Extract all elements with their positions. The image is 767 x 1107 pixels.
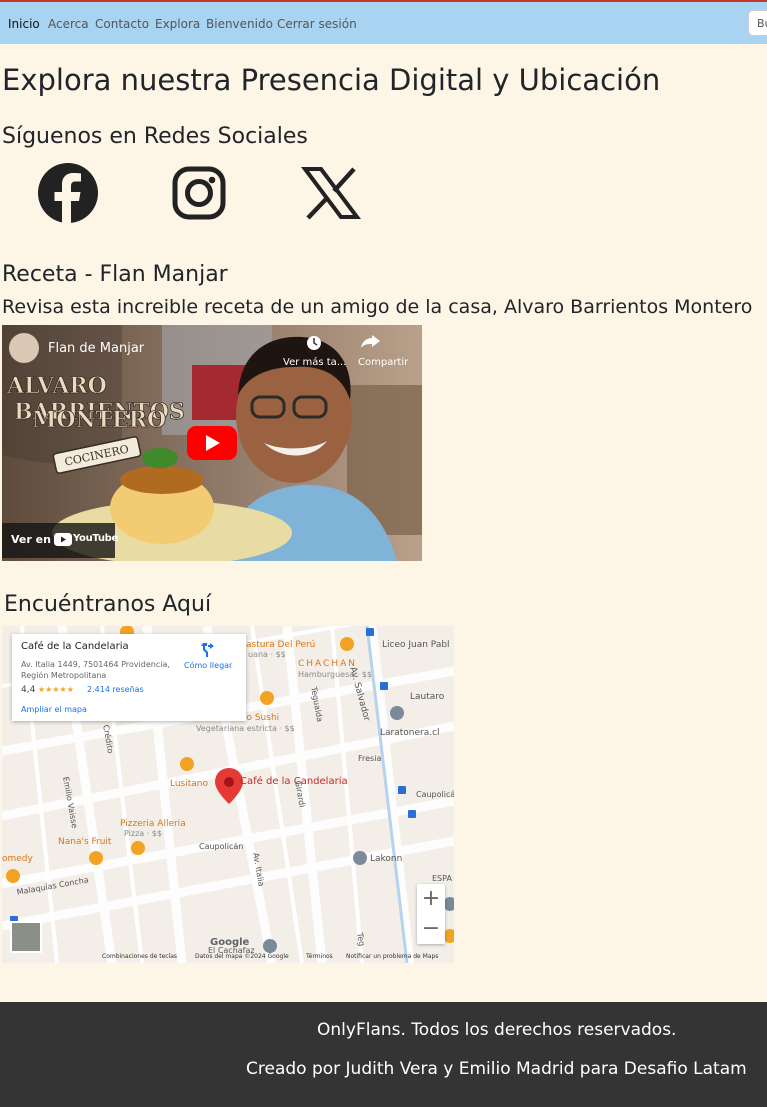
video-title[interactable]: Flan de Manjar [48, 341, 144, 356]
navbar: Inicio Acerca Contacto Explora Bienvenid… [0, 2, 767, 44]
nav-link-explora[interactable]: Explora [155, 17, 200, 31]
map-label: omedy [2, 854, 33, 864]
nav-link-inicio[interactable]: Inicio [8, 17, 40, 31]
youtube-label: YouTube [73, 533, 118, 544]
footer-credits: Creado por Judith Vera y Emilio Madrid p… [246, 1059, 747, 1079]
nav-link-cerrar-sesion[interactable]: Cerrar sesión [277, 17, 357, 31]
recipe-subtitle: Revisa esta increible receta de un amigo… [2, 296, 753, 318]
footer-rights: OnlyFlans. Todos los derechos reservados… [317, 1020, 677, 1040]
place-name: Café de la Candelaria [21, 641, 129, 652]
map-label: Liceo Juan Pabl [382, 640, 450, 650]
map-label: uana · $$ [248, 650, 286, 659]
recipe-heading: Receta - Flan Manjar [2, 262, 228, 287]
place-info-card: Café de la Candelaria Av. Italia 1449, 7… [12, 634, 246, 721]
directions-link[interactable]: Cómo llegar [184, 661, 232, 670]
facebook-icon[interactable] [37, 162, 99, 224]
map-label: Lautaro [410, 692, 445, 702]
map-label: Caupolicán [416, 790, 454, 799]
watch-on-label: Ver en [11, 533, 51, 546]
map-label: Vegetariana estricta · $$ [196, 724, 295, 733]
zoom-control: + − [417, 884, 445, 944]
reviews-link[interactable]: 2.414 reseñas [87, 685, 144, 694]
instagram-icon[interactable] [168, 162, 230, 224]
map-label: ESPA [432, 874, 452, 883]
watch-later-button[interactable]: Ver más ta... [283, 357, 346, 368]
overlay-line-3: MONTERO [32, 407, 166, 433]
map-satellite-toggle[interactable] [10, 921, 42, 953]
video-embed[interactable]: ALVARO BARRIENTOS MONTERO COCINERO Flan … [2, 325, 422, 561]
map-label: Nana's Fruit [58, 837, 112, 847]
map-embed[interactable]: astura Del Perú uana · $$ CHACHAN Hambur… [2, 626, 454, 963]
overlay-line-1: ALVARO [6, 373, 107, 399]
attribution-report[interactable]: Notificar un problema de Maps [346, 953, 438, 960]
zoom-out-button[interactable]: − [417, 914, 445, 944]
map-label: Caupolicán [199, 842, 244, 851]
social-heading: Síguenos en Redes Sociales [2, 124, 308, 149]
place-rating: 4,4 [21, 685, 36, 695]
map-label: Pizzeria Alleria [120, 819, 186, 829]
map-label: Laratonera.cl [380, 728, 440, 738]
nav-link-contacto[interactable]: Contacto [95, 17, 149, 31]
attribution-keyboard[interactable]: Combinaciones de teclas [102, 953, 177, 960]
share-button[interactable]: Compartir [358, 357, 408, 368]
rating-stars: ★★★★★ [38, 685, 74, 694]
map-label: Pizza · $$ [124, 829, 162, 838]
map-label: Lusitano [170, 779, 209, 789]
youtube-logo-icon [54, 533, 72, 546]
directions-icon[interactable] [200, 642, 216, 658]
google-logo: Google [210, 937, 250, 948]
map-label: Lakonn [370, 854, 403, 864]
attribution-terms[interactable]: Términos [306, 953, 333, 960]
search-input[interactable] [748, 10, 767, 36]
nav-link-bienvenido[interactable]: Bienvenido [206, 17, 273, 31]
x-icon[interactable] [300, 162, 362, 224]
footer: OnlyFlans. Todos los derechos reservados… [0, 1002, 767, 1107]
place-address: Av. Italia 1449, 7501464 Providencia, Re… [21, 660, 170, 680]
expand-map-link[interactable]: Ampliar el mapa [21, 705, 87, 714]
watch-on-youtube-button[interactable]: Ver en YouTube [2, 523, 118, 558]
attribution-data: Datos del mapa ©2024 Google [195, 953, 289, 960]
map-label: Hamburguesa · $$ [298, 670, 372, 679]
nav-link-acerca[interactable]: Acerca [48, 17, 89, 31]
map-label: astura Del Perú [246, 640, 316, 650]
page-title: Explora nuestra Presencia Digital y Ubic… [2, 63, 661, 97]
map-label: Fresia [358, 754, 382, 763]
map-heading: Encuéntranos Aquí [4, 592, 212, 617]
zoom-in-button[interactable]: + [417, 884, 445, 914]
